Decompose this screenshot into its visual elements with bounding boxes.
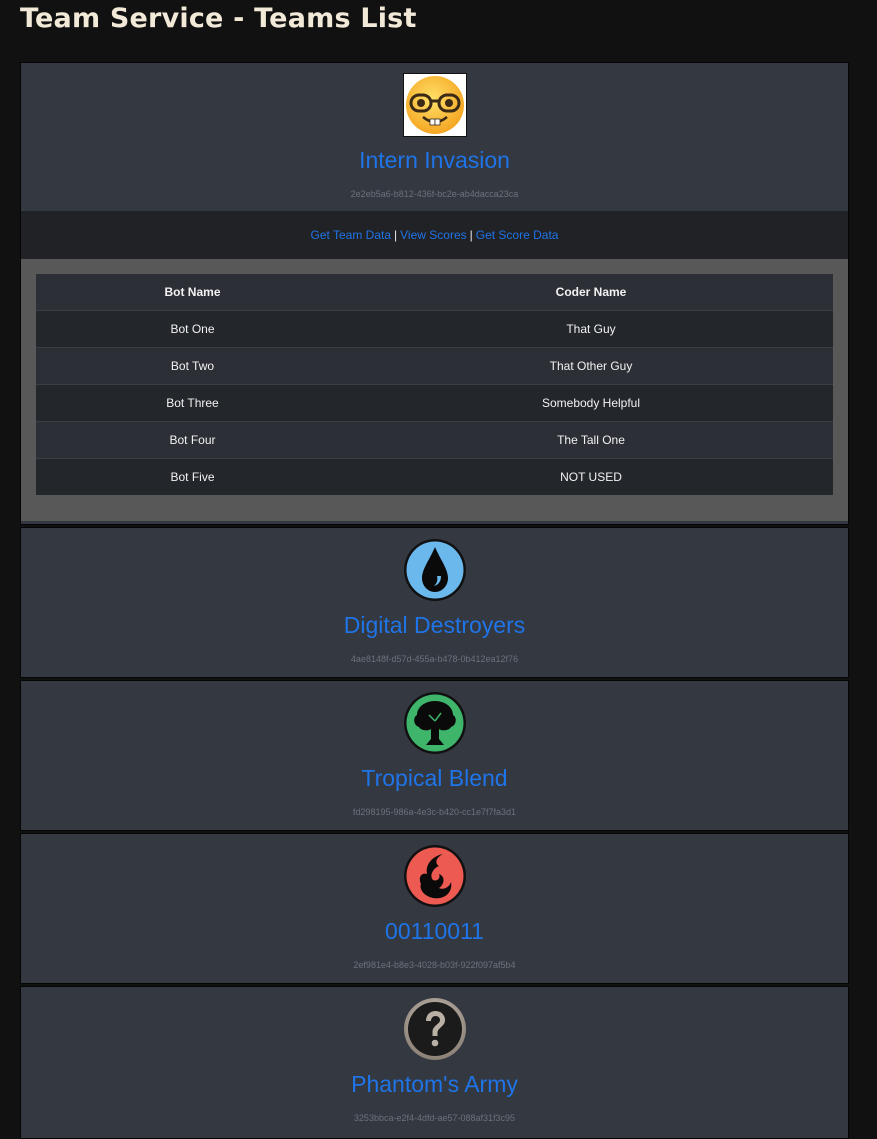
team-name[interactable]: Tropical Blend xyxy=(21,765,848,792)
table-row: Bot Four The Tall One xyxy=(36,421,833,459)
bot-name-cell: Bot One xyxy=(36,310,349,348)
coder-name-cell: That Guy xyxy=(349,310,833,348)
team-card-header[interactable]: Digital Destroyers 4ae8148f-d57d-455a-b4… xyxy=(21,528,848,676)
team-card[interactable]: Phantom's Army 3253bbca-e2f4-4dfd-ae57-0… xyxy=(20,986,849,1139)
link-separator: | xyxy=(394,228,398,242)
get-score-data-link[interactable]: Get Score Data xyxy=(476,228,559,242)
bots-table-container: Bot Name Coder Name Bot One That Guy Bot… xyxy=(21,259,848,521)
team-card-header[interactable]: 00110011 2ef981e4-b8e3-4028-b03f-922f097… xyxy=(21,834,848,982)
question-mark-icon xyxy=(403,998,466,1060)
bots-table: Bot Name Coder Name Bot One That Guy Bot… xyxy=(36,274,833,495)
link-separator: | xyxy=(469,228,473,242)
view-scores-link[interactable]: View Scores xyxy=(400,228,466,242)
team-id: 2ef981e4-b8e3-4028-b03f-922f097af5b4 xyxy=(353,960,516,970)
nerd-face-icon xyxy=(402,73,467,137)
coder-name-cell: Somebody Helpful xyxy=(349,384,833,422)
column-header-bot-name: Bot Name xyxy=(36,274,349,311)
team-name[interactable]: Phantom's Army xyxy=(21,1071,848,1098)
team-name[interactable]: 00110011 xyxy=(21,918,848,945)
get-team-data-link[interactable]: Get Team Data xyxy=(311,228,391,242)
water-drop-icon xyxy=(403,539,466,601)
table-row: Bot Two That Other Guy xyxy=(36,347,833,385)
team-id: fd298195-986a-4e3c-b420-cc1e7f7fa3d1 xyxy=(352,807,517,817)
team-card[interactable]: Intern Invasion 2e2eb5a6-b812-436f-bc2e-… xyxy=(20,62,849,525)
team-id: 4ae8148f-d57d-455a-b478-0b412ea12f76 xyxy=(350,654,519,664)
coder-name-cell: The Tall One xyxy=(349,421,833,459)
table-row: Bot Three Somebody Helpful xyxy=(36,384,833,422)
team-name[interactable]: Intern Invasion xyxy=(21,147,848,174)
bot-name-cell: Bot Five xyxy=(36,458,349,495)
table-header-row: Bot Name Coder Name xyxy=(36,274,833,311)
coder-name-cell: NOT USED xyxy=(349,458,833,495)
team-card-header[interactable]: Tropical Blend fd298195-986a-4e3c-b420-c… xyxy=(21,681,848,829)
team-links-bar: Get Team Data | View Scores | Get Score … xyxy=(21,211,848,259)
team-id: 3253bbca-e2f4-4dfd-ae57-088af31f3c95 xyxy=(353,1113,516,1123)
bot-name-cell: Bot Four xyxy=(36,421,349,459)
fire-icon xyxy=(403,845,466,907)
team-id: 2e2eb5a6-b812-436f-bc2e-ab4dacca23ca xyxy=(350,189,519,199)
bot-name-cell: Bot Two xyxy=(36,347,349,385)
team-card-header[interactable]: Phantom's Army 3253bbca-e2f4-4dfd-ae57-0… xyxy=(21,987,848,1135)
page-title: Team Service - Teams List xyxy=(20,3,417,34)
team-card[interactable]: Digital Destroyers 4ae8148f-d57d-455a-b4… xyxy=(20,527,849,678)
table-row: Bot One That Guy xyxy=(36,310,833,348)
team-card[interactable]: 00110011 2ef981e4-b8e3-4028-b03f-922f097… xyxy=(20,833,849,984)
tree-icon xyxy=(403,692,466,754)
team-card[interactable]: Tropical Blend fd298195-986a-4e3c-b420-c… xyxy=(20,680,849,831)
team-name[interactable]: Digital Destroyers xyxy=(21,612,848,639)
table-row: Bot Five NOT USED xyxy=(36,458,833,495)
team-card-header[interactable]: Intern Invasion 2e2eb5a6-b812-436f-bc2e-… xyxy=(21,63,848,211)
coder-name-cell: That Other Guy xyxy=(349,347,833,385)
column-header-coder-name: Coder Name xyxy=(349,274,833,311)
bot-name-cell: Bot Three xyxy=(36,384,349,422)
